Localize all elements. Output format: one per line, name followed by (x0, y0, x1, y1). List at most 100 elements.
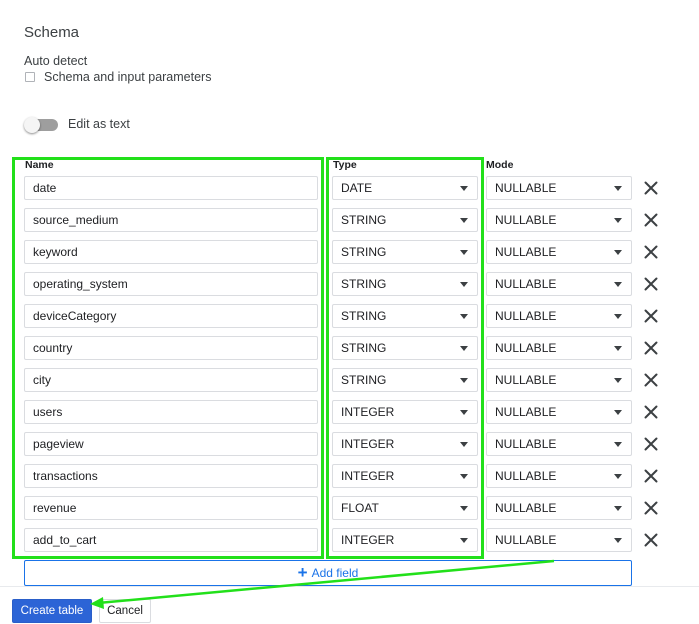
plus-icon: + (297, 563, 308, 582)
field-name-input[interactable] (24, 272, 318, 296)
field-name-input[interactable] (24, 528, 318, 552)
remove-field-button[interactable] (641, 178, 661, 198)
field-mode-value: NULLABLE (495, 469, 557, 483)
schema-field-row: INTEGER NULLABLE (0, 528, 699, 552)
field-type-select[interactable]: STRING (332, 368, 478, 392)
schema-field-row: STRING NULLABLE (0, 336, 699, 360)
schema-autodetect-checkbox[interactable] (25, 72, 35, 82)
remove-field-button[interactable] (641, 306, 661, 326)
caret-down-icon (614, 474, 622, 479)
edit-as-text-label: Edit as text (68, 117, 130, 131)
field-name-input[interactable] (24, 304, 318, 328)
field-mode-select[interactable]: NULLABLE (486, 336, 632, 360)
field-name-input[interactable] (24, 240, 318, 264)
remove-field-button[interactable] (641, 370, 661, 390)
caret-down-icon (460, 218, 468, 223)
close-icon (644, 373, 658, 387)
caret-down-icon (460, 186, 468, 191)
field-type-select[interactable]: INTEGER (332, 528, 478, 552)
caret-down-icon (614, 506, 622, 511)
field-mode-select[interactable]: NULLABLE (486, 464, 632, 488)
caret-down-icon (460, 506, 468, 511)
field-name-input[interactable] (24, 432, 318, 456)
field-type-value: STRING (341, 213, 387, 227)
field-name-input[interactable] (24, 368, 318, 392)
remove-field-button[interactable] (641, 338, 661, 358)
field-name-input[interactable] (24, 208, 318, 232)
schema-autodetect-checkbox-label[interactable]: Schema and input parameters (44, 70, 211, 84)
schema-title: Schema (24, 24, 80, 41)
field-type-value: INTEGER (341, 437, 395, 451)
field-type-select[interactable]: STRING (332, 272, 478, 296)
field-type-value: INTEGER (341, 469, 395, 483)
field-mode-value: NULLABLE (495, 501, 557, 515)
field-type-select[interactable]: INTEGER (332, 432, 478, 456)
schema-field-row: STRING NULLABLE (0, 240, 699, 264)
remove-field-button[interactable] (641, 402, 661, 422)
field-type-value: STRING (341, 309, 387, 323)
field-type-value: STRING (341, 245, 387, 259)
field-type-select[interactable]: STRING (332, 304, 478, 328)
field-mode-select[interactable]: NULLABLE (486, 176, 632, 200)
remove-field-button[interactable] (641, 242, 661, 262)
field-name-input[interactable] (24, 400, 318, 424)
field-mode-select[interactable]: NULLABLE (486, 368, 632, 392)
field-name-input[interactable] (24, 464, 318, 488)
field-name-input[interactable] (24, 496, 318, 520)
close-icon (644, 501, 658, 515)
field-mode-select[interactable]: NULLABLE (486, 208, 632, 232)
field-type-select[interactable]: DATE (332, 176, 478, 200)
close-icon (644, 533, 658, 547)
caret-down-icon (614, 410, 622, 415)
field-mode-select[interactable]: NULLABLE (486, 240, 632, 264)
caret-down-icon (614, 314, 622, 319)
close-icon (644, 245, 658, 259)
field-type-select[interactable]: STRING (332, 240, 478, 264)
field-mode-value: NULLABLE (495, 437, 557, 451)
field-type-select[interactable]: STRING (332, 208, 478, 232)
close-icon (644, 341, 658, 355)
field-mode-select[interactable]: NULLABLE (486, 432, 632, 456)
field-name-input[interactable] (24, 336, 318, 360)
caret-down-icon (614, 538, 622, 543)
field-mode-value: NULLABLE (495, 213, 557, 227)
field-type-value: STRING (341, 277, 387, 291)
field-type-select[interactable]: INTEGER (332, 464, 478, 488)
field-type-value: DATE (341, 181, 373, 195)
field-mode-select[interactable]: NULLABLE (486, 496, 632, 520)
column-header-name: Name (25, 159, 54, 171)
close-icon (644, 213, 658, 227)
remove-field-button[interactable] (641, 210, 661, 230)
field-mode-select[interactable]: NULLABLE (486, 272, 632, 296)
caret-down-icon (614, 186, 622, 191)
remove-field-button[interactable] (641, 530, 661, 550)
column-header-type: Type (333, 159, 357, 171)
field-mode-value: NULLABLE (495, 181, 557, 195)
remove-field-button[interactable] (641, 434, 661, 454)
schema-field-row: STRING NULLABLE (0, 208, 699, 232)
field-mode-value: NULLABLE (495, 405, 557, 419)
field-mode-select[interactable]: NULLABLE (486, 304, 632, 328)
field-type-select[interactable]: FLOAT (332, 496, 478, 520)
remove-field-button[interactable] (641, 466, 661, 486)
caret-down-icon (460, 474, 468, 479)
caret-down-icon (614, 442, 622, 447)
field-mode-select[interactable]: NULLABLE (486, 528, 632, 552)
cancel-button[interactable]: Cancel (99, 599, 151, 623)
add-field-button[interactable]: + Add field (24, 560, 632, 586)
caret-down-icon (614, 346, 622, 351)
add-field-label: Add field (311, 566, 359, 580)
field-type-select[interactable]: STRING (332, 336, 478, 360)
footer-divider (0, 586, 699, 587)
remove-field-button[interactable] (641, 274, 661, 294)
field-mode-select[interactable]: NULLABLE (486, 400, 632, 424)
field-name-input[interactable] (24, 176, 318, 200)
caret-down-icon (460, 410, 468, 415)
field-type-value: FLOAT (341, 501, 379, 515)
edit-as-text-toggle[interactable] (24, 117, 60, 133)
create-table-button[interactable]: Create table (12, 599, 92, 623)
remove-field-button[interactable] (641, 498, 661, 518)
schema-field-row: STRING NULLABLE (0, 304, 699, 328)
field-type-select[interactable]: INTEGER (332, 400, 478, 424)
toggle-knob (24, 117, 40, 133)
